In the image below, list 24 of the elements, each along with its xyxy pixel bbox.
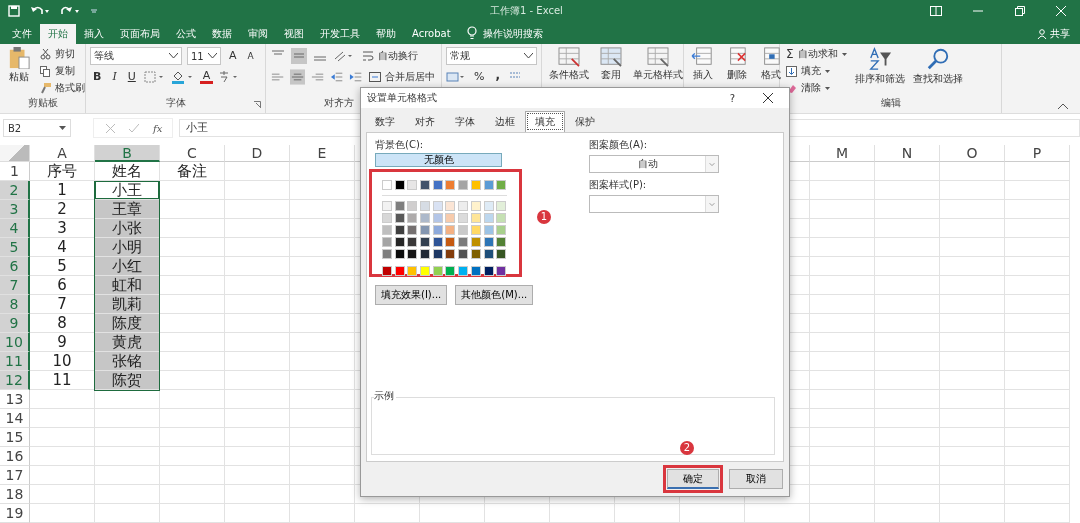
table-cell: 小明 bbox=[95, 238, 160, 257]
table-cell: 小张 bbox=[95, 219, 160, 238]
table-cell: 黄虎 bbox=[95, 333, 160, 352]
group-label: 剪贴板 bbox=[27, 96, 58, 110]
table-cell: 序号 bbox=[30, 162, 95, 181]
pattern-color-label: 图案颜色(A): bbox=[589, 138, 648, 152]
group-label: 编辑 bbox=[880, 96, 901, 110]
table-cell: 姓名 bbox=[95, 162, 160, 181]
table-cell: 陈度 bbox=[95, 314, 160, 333]
pattern-style-label: 图案样式(P): bbox=[589, 178, 648, 192]
table-cell: 小红 bbox=[95, 257, 160, 276]
table-cell: 王章 bbox=[95, 200, 160, 219]
sample-label: 示例 bbox=[374, 389, 396, 403]
dialog-title: 设置单元格格式 bbox=[367, 91, 437, 105]
table-cell: 陈贺 bbox=[95, 371, 160, 390]
table-cell: 张铭 bbox=[95, 352, 160, 371]
group-label: 字体 bbox=[165, 96, 186, 110]
table-cell: 虹和 bbox=[95, 276, 160, 295]
background-color-label: 背景色(C): bbox=[375, 138, 425, 152]
window-title: 工作簿1 - Excel bbox=[490, 4, 563, 18]
group-label: 对齐方 bbox=[324, 96, 354, 110]
table-cell: 备注 bbox=[160, 162, 225, 181]
table-cell: 凯莉 bbox=[95, 295, 160, 314]
step-badge: 1 bbox=[537, 210, 551, 224]
